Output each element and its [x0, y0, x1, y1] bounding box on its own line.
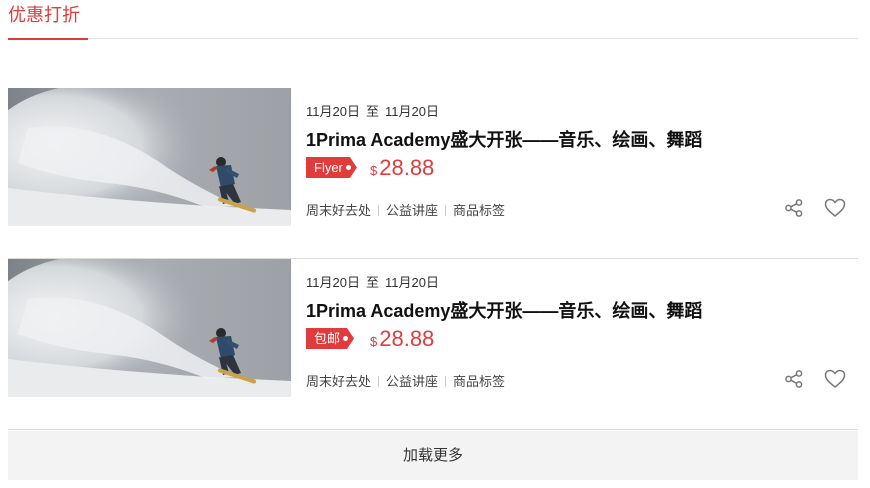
deal-image[interactable]: [8, 88, 291, 226]
label-link[interactable]: 周末好去处: [306, 371, 371, 390]
deal-list: 11月20日至 11月20日 1Prima Academy盛大开张——音乐、绘画、…: [8, 88, 858, 430]
tab-active-underline: [8, 38, 88, 40]
label-link[interactable]: 周末好去处: [306, 200, 371, 219]
date-separator: 至: [365, 104, 379, 119]
heart-icon[interactable]: [824, 198, 846, 218]
price-amount: 28.88: [379, 155, 435, 180]
deal-image[interactable]: [8, 259, 291, 397]
date-start: 11月20日: [306, 275, 360, 290]
deal-labels: 周末好去处 公益讲座 商品标签: [306, 371, 505, 390]
list-item[interactable]: 11月20日至 11月20日 1Prima Academy盛大开张——音乐、绘画、…: [8, 88, 858, 259]
load-more-button[interactable]: 加载更多: [8, 431, 858, 480]
deal-tag-badge: 包邮: [306, 328, 354, 349]
label-divider: [445, 205, 447, 216]
tab-label: 优惠打折: [8, 5, 80, 25]
list-item[interactable]: 11月20日至 11月20日 1Prima Academy盛大开张——音乐、绘画、…: [8, 259, 858, 430]
deal-title[interactable]: 1Prima Academy盛大开张——音乐、绘画、舞蹈: [306, 297, 702, 323]
label-link[interactable]: 公益讲座: [386, 371, 438, 390]
heart-icon[interactable]: [824, 369, 846, 389]
deal-info: 11月20日至 11月20日 1Prima Academy盛大开张——音乐、绘画、…: [306, 88, 858, 229]
category-tabbar: 优惠打折: [8, 0, 858, 40]
deal-date-range: 11月20日至 11月20日: [306, 101, 439, 120]
date-end: 11月20日: [384, 275, 439, 290]
date-separator: 至: [365, 275, 379, 290]
label-link[interactable]: 商品标签: [453, 200, 505, 219]
deal-labels: 周末好去处 公益讲座 商品标签: [306, 200, 505, 219]
deal-tag-badge: Flyer: [306, 157, 357, 178]
date-end: 11月20日: [384, 104, 439, 119]
share-icon[interactable]: [784, 369, 804, 389]
deal-price: $28.88: [370, 155, 434, 181]
label-divider: [378, 205, 380, 216]
label-divider: [378, 376, 380, 387]
price-currency: $: [370, 334, 378, 349]
date-start: 11月20日: [306, 104, 360, 119]
deal-price: $28.88: [370, 326, 434, 352]
label-link[interactable]: 商品标签: [453, 371, 505, 390]
deal-info: 11月20日至 11月20日 1Prima Academy盛大开张——音乐、绘画、…: [306, 259, 858, 400]
deal-title[interactable]: 1Prima Academy盛大开张——音乐、绘画、舞蹈: [306, 126, 702, 152]
price-currency: $: [370, 163, 378, 178]
deal-date-range: 11月20日至 11月20日: [306, 272, 439, 291]
price-amount: 28.88: [379, 326, 435, 351]
share-icon[interactable]: [784, 198, 804, 218]
label-divider: [445, 376, 447, 387]
label-link[interactable]: 公益讲座: [386, 200, 438, 219]
tab-discounts[interactable]: 优惠打折: [8, 4, 88, 40]
